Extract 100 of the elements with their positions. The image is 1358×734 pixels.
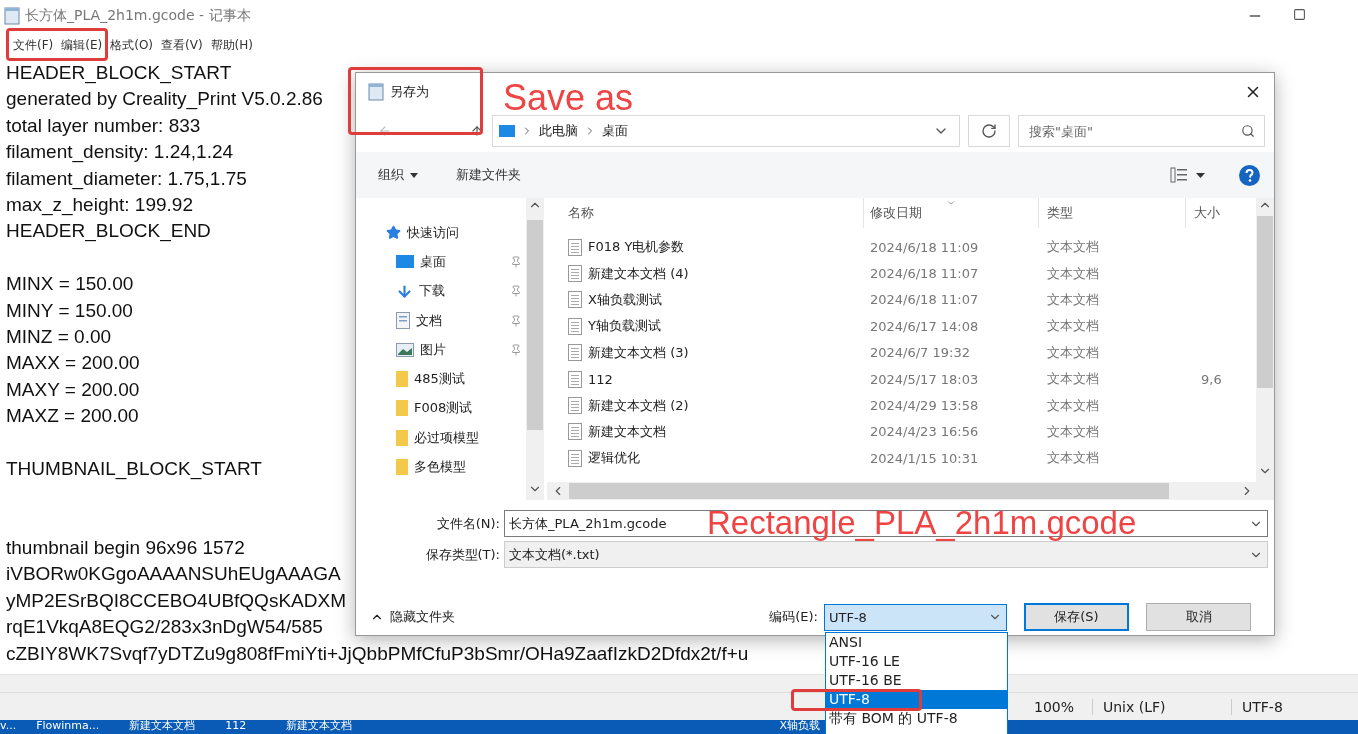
address-bar[interactable]: 此电脑 桌面 [492, 115, 960, 147]
file-name[interactable]: 新建文本文档 (2) [547, 396, 864, 415]
file-name[interactable]: 112 [547, 370, 864, 388]
scrollbar-thumb[interactable] [569, 483, 1169, 499]
refresh-icon [981, 123, 997, 139]
taskbar-item[interactable]: 新建文本文档 [129, 720, 196, 732]
file-type-select[interactable]: 文本文档(*.txt) [504, 541, 1268, 568]
notepad-icon [368, 82, 384, 101]
menu-item[interactable]: 编辑(E) [61, 36, 103, 54]
nav-item[interactable]: F008测试 [356, 393, 527, 424]
nav-item[interactable]: 485测试 [356, 364, 527, 394]
menu-item[interactable]: 帮助(H) [210, 36, 253, 54]
maximize-icon[interactable] [1293, 8, 1306, 21]
caret-icon[interactable] [1196, 172, 1205, 178]
hide-folders-button[interactable]: 隐藏文件夹 [370, 608, 455, 626]
nav-item[interactable]: 桌面 [356, 247, 527, 277]
pin-icon [510, 285, 523, 298]
column-header[interactable]: 类型 [1039, 198, 1186, 228]
text-line: MINZ = 0.00 [6, 324, 112, 349]
folder-icon [396, 400, 408, 417]
text-line: rqE1VkqA8EQG2/283x3nDgW54/585 [6, 615, 323, 640]
pin-icon [510, 314, 523, 327]
dropdown-option[interactable]: ANSI [826, 633, 1007, 652]
document-icon [568, 423, 582, 441]
file-name[interactable]: 逻辑优化 [547, 449, 864, 468]
file-date: 2024/5/17 18:03 [869, 371, 980, 387]
pin-icon [510, 255, 523, 268]
nav-item[interactable]: 文档 [356, 305, 527, 336]
menu-item[interactable]: 格式(O) [110, 36, 154, 54]
file-name[interactable]: F018 Y电机参数 [547, 238, 864, 257]
nav-item[interactable]: 图片 [356, 335, 527, 365]
new-folder-button[interactable]: 新建文件夹 [454, 164, 523, 186]
file-name[interactable]: 新建文本文档 (3) [547, 343, 864, 362]
text-line: HEADER_BLOCK_START [6, 61, 232, 86]
text-line: filament_density: 1.24,1.24 [6, 140, 234, 165]
document-icon [396, 312, 410, 330]
taskbar-item[interactable]: Flowinma... [36, 720, 100, 732]
dialog-title: 另存为 [390, 82, 429, 101]
document-icon [568, 370, 582, 388]
dropdown-option[interactable]: UTF-16 LE [826, 652, 1007, 671]
taskbar-item[interactable]: X轴负载 [779, 720, 820, 732]
text-line: THUMBNAIL_BLOCK_START [6, 456, 262, 482]
file-date: 2024/4/23 16:56 [869, 424, 980, 440]
column-header[interactable]: 名称 [547, 198, 864, 228]
text-line: thumbnail begin 96x96 1572 [6, 536, 245, 561]
text-line: iVBORw0KGgoAAAANSUhEUgAAAGA [6, 562, 341, 587]
field-label: 文件名(N): [435, 514, 501, 533]
file-date: 2024/4/29 13:58 [869, 398, 980, 414]
annotation-text: Save as [503, 80, 634, 116]
organize-button[interactable]: 组织 [376, 164, 420, 186]
file-name[interactable]: X轴负载测试 [547, 290, 864, 309]
text-line: MAXZ = 200.00 [6, 404, 139, 429]
sort-icon [945, 198, 956, 208]
file-date: 2024/6/18 11:07 [869, 292, 980, 308]
notepad-icon [4, 7, 20, 25]
dropdown-option[interactable]: UTF-16 BE [826, 671, 1007, 690]
dropdown-option[interactable]: 带有 BOM 的 UTF-8 [826, 709, 1007, 728]
search-field[interactable]: 搜索"桌面" [1018, 115, 1265, 147]
column-header[interactable]: 修改日期 [864, 198, 1039, 228]
file-type: 文本文档 [1046, 396, 1100, 415]
document-icon [568, 344, 582, 362]
file-type: 文本文档 [1046, 422, 1100, 441]
scrollbar-thumb[interactable] [1257, 216, 1273, 388]
taskbar-item[interactable]: 112 [225, 720, 247, 732]
text-line: total layer number: 833 [6, 113, 201, 138]
star-icon [386, 225, 401, 241]
document-icon [568, 238, 582, 256]
breadcrumb-item[interactable]: 桌面 [602, 122, 628, 140]
folder-icon [396, 371, 408, 388]
text-line: generated by Creality_Print V5.0.2.86 [6, 87, 323, 112]
scrollbar-thumb[interactable] [527, 220, 544, 430]
file-name[interactable]: 新建文本文档 [547, 422, 864, 441]
menu-item[interactable]: 文件(F) [13, 36, 54, 54]
computer-icon [499, 125, 515, 137]
nav-item[interactable]: 必过项模型 [356, 423, 527, 453]
file-name[interactable]: 新建文本文档 (4) [547, 264, 864, 283]
nav-item[interactable]: 多色模型 [356, 452, 527, 482]
encoding-select[interactable]: UTF-8 [824, 603, 1007, 631]
save-button[interactable]: 保存(S) [1024, 603, 1129, 631]
cancel-button[interactable]: 取消 [1146, 603, 1251, 631]
menu-item[interactable]: 查看(V) [161, 36, 203, 54]
file-date: 2024/6/17 14:08 [869, 318, 980, 334]
field-label: 编码(E): [769, 608, 818, 626]
nav-item[interactable]: 下载 [356, 276, 527, 306]
taskbar-item[interactable]: 新建文本文档 [286, 720, 353, 732]
nav-item[interactable]: 快速访问 [356, 218, 527, 248]
view-icon[interactable] [1170, 167, 1188, 183]
file-name[interactable]: Y轴负载测试 [547, 317, 864, 336]
help-icon[interactable] [1239, 164, 1260, 186]
breadcrumb-item[interactable]: 此电脑 [539, 122, 578, 140]
text-line: cZBIY8WK7Svqf7yDTZu9g808fFmiYti+JjQbbPMfCfuP3bSmr/OHa9ZaafIzkD2Dfdx2t/f+u [6, 641, 749, 666]
column-header[interactable]: 大小 [1186, 198, 1256, 228]
picture-icon [396, 342, 414, 357]
status-text: 100% [1034, 698, 1093, 715]
status-text: UTF-8 [1242, 698, 1284, 715]
refresh-button[interactable] [968, 115, 1010, 147]
search-icon [1241, 124, 1255, 138]
taskbar-item[interactable]: v... [0, 720, 17, 732]
folder-icon [396, 459, 408, 475]
file-date: 2024/6/18 11:09 [869, 239, 980, 255]
